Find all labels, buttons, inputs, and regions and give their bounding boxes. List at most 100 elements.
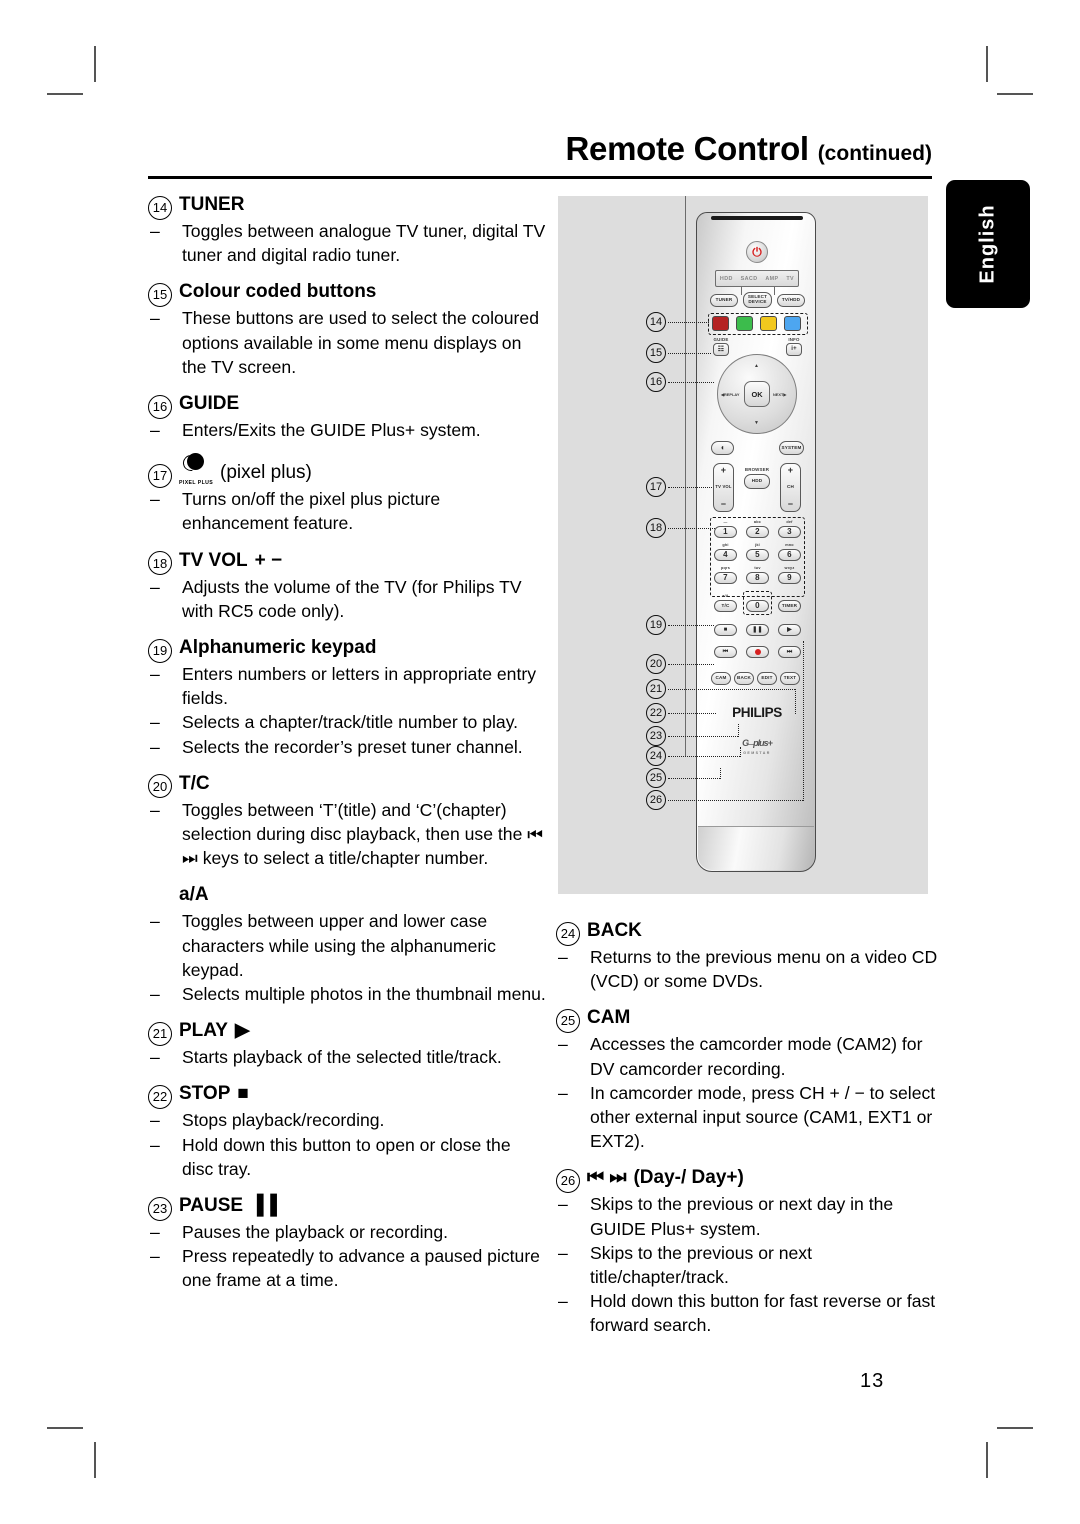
key-0-letters: . xyxy=(756,593,759,597)
skip-previous-button[interactable]: ⏮ xyxy=(714,646,737,658)
key-1[interactable]: 1 xyxy=(714,526,737,538)
tc-upper-label: a/A xyxy=(722,594,729,598)
bullet-text: Accesses the camcorder mode (CAM2) for D… xyxy=(590,1034,923,1079)
key-8[interactable]: 8 xyxy=(746,572,769,584)
bullet-dash: – xyxy=(150,489,160,510)
callout-number: 15 xyxy=(148,282,172,307)
back-button[interactable]: BACK xyxy=(734,672,754,685)
bullet-text: Hold down this button to open or close t… xyxy=(182,1134,511,1179)
page-header: Remote Control (continued) xyxy=(148,132,933,165)
leader-26 xyxy=(668,800,803,801)
ch-rocker[interactable]: + CH − xyxy=(780,463,801,512)
bullet-item: – Toggles between analogue TV tuner, dig… xyxy=(148,219,546,267)
entry-heading-label: PAUSE xyxy=(179,1195,244,1217)
power-button[interactable]: ⏻ xyxy=(746,241,768,263)
text-button[interactable]: TEXT xyxy=(780,672,800,685)
bullet-dash: – xyxy=(558,1291,568,1312)
entry-heading-label: CAM xyxy=(587,1007,631,1029)
key-4[interactable]: 4 xyxy=(714,549,737,561)
callout-number: 23 xyxy=(148,1196,172,1221)
bullet-dash: – xyxy=(150,736,160,757)
bullet-dash: – xyxy=(150,664,160,685)
bullet-item: – Selects multiple photos in the thumbna… xyxy=(148,982,546,1006)
info-button[interactable]: i+ xyxy=(786,343,802,356)
bullet-item: – Hold down this button to open or close… xyxy=(148,1133,546,1181)
skip-next-button[interactable]: ⏭ xyxy=(778,646,801,658)
callout-number: 20 xyxy=(148,774,172,799)
leader-15 xyxy=(668,353,711,354)
key-6[interactable]: 6 xyxy=(778,549,801,561)
leader-18 xyxy=(668,528,715,529)
tv-vol-minus: − xyxy=(720,498,727,509)
callout-15: 15 xyxy=(646,343,666,363)
entry-pause: 23 PAUSE ▐▐ – Pauses the playback or rec… xyxy=(148,1193,546,1293)
bullet-dash: – xyxy=(150,911,160,932)
tv-vol-rocker[interactable]: + TV VOL − xyxy=(713,463,734,512)
mode-hdd: HDD xyxy=(719,275,733,282)
entry-heading-label: TV VOL xyxy=(179,549,248,571)
bullet-text: Adjusts the volume of the TV (for Philip… xyxy=(182,576,522,621)
tuner-button[interactable]: TUNER xyxy=(710,294,738,307)
pixel-plus-button[interactable]: ◖ xyxy=(711,441,734,455)
stop-button[interactable]: ■ xyxy=(714,624,737,636)
entry-tc: 20 T/C – Toggles between ‘T’(title) and … xyxy=(148,771,546,871)
entry-colour-coded-buttons: 15 Colour coded buttons – These buttons … xyxy=(148,279,546,379)
key-1-letters: — xyxy=(723,520,728,524)
entry-heading-label: (Day-/ Day+) xyxy=(633,1167,744,1189)
key-3[interactable]: 3 xyxy=(778,526,801,538)
bullet-item: – Adjusts the volume of the TV (for Phil… xyxy=(148,575,546,623)
entry-heading-label: (pixel plus) xyxy=(220,462,312,484)
key-0[interactable]: 0 xyxy=(746,600,769,612)
tc-button[interactable]: T/C xyxy=(714,600,737,612)
key-3-digit: 3 xyxy=(787,526,792,536)
callout-number: 19 xyxy=(148,638,172,663)
bullet-dash: – xyxy=(150,1134,160,1155)
entry-heading-label: a/A xyxy=(179,884,209,906)
bullet-text: Enters numbers or letters in appropriate… xyxy=(182,664,536,709)
entry-heading: 23 PAUSE ▐▐ xyxy=(148,1193,546,1221)
blue-button[interactable] xyxy=(784,316,801,331)
bullet-item: – Enters numbers or letters in appropria… xyxy=(148,662,546,710)
cam-label: CAM xyxy=(715,675,727,681)
bullet-text: Starts playback of the selected title/tr… xyxy=(182,1047,502,1068)
right-column: 24 BACK – Returns to the previous menu o… xyxy=(556,918,938,1338)
timer-button[interactable]: TIMER xyxy=(778,600,801,612)
leader-21-v xyxy=(795,689,796,714)
key-4-letters: ghi xyxy=(722,543,729,547)
record-button[interactable] xyxy=(746,646,769,658)
browser-label: BROWSER xyxy=(744,467,770,472)
cam-button[interactable]: CAM xyxy=(711,672,731,685)
ok-button[interactable]: OK xyxy=(744,381,770,407)
key-7[interactable]: 7 xyxy=(714,572,737,584)
bullet-text: Selects the recorder’s preset tuner chan… xyxy=(182,736,523,757)
red-button[interactable] xyxy=(712,316,729,331)
callout-23: 23 xyxy=(646,726,666,746)
system-button[interactable]: SYSTEM xyxy=(779,441,804,455)
leader-22 xyxy=(668,713,716,714)
key-0-digit: 0 xyxy=(755,600,760,610)
pause-button[interactable]: ❚❚ xyxy=(746,624,769,636)
ch-plus: + xyxy=(787,465,794,475)
callout-20: 20 xyxy=(646,654,666,674)
entry-stop: 22 STOP ■ – Stops playback/recording. – … xyxy=(148,1081,546,1181)
yellow-button[interactable] xyxy=(760,316,777,331)
entry-heading: 18 TV VOL + − xyxy=(148,548,546,576)
key-9[interactable]: 9 xyxy=(778,572,801,584)
key-5[interactable]: 5 xyxy=(746,549,769,561)
edit-button[interactable]: EDIT xyxy=(757,672,777,685)
key-2[interactable]: 2 xyxy=(746,526,769,538)
entry-heading-label: TUNER xyxy=(179,194,245,215)
replay-label: REPLAY xyxy=(724,392,740,397)
play-button[interactable]: ▶ xyxy=(778,624,801,636)
bullet-item: – Selects a chapter/track/title number t… xyxy=(148,710,546,734)
callout-guide-line xyxy=(685,196,686,756)
tv-hdd-button[interactable]: TV/HDD xyxy=(777,294,805,307)
entry-cam: 25 CAM – Accesses the camcorder mode (CA… xyxy=(556,1005,938,1153)
hdd-browser-button[interactable]: HDD xyxy=(744,474,770,489)
callout-number: 17 xyxy=(148,463,172,488)
guide-button[interactable]: ☷ xyxy=(713,343,729,356)
entry-heading: 25 CAM xyxy=(556,1005,938,1033)
entry-heading-label: STOP xyxy=(179,1083,231,1105)
entry-heading: a/A xyxy=(148,882,546,908)
green-button[interactable] xyxy=(736,316,753,331)
